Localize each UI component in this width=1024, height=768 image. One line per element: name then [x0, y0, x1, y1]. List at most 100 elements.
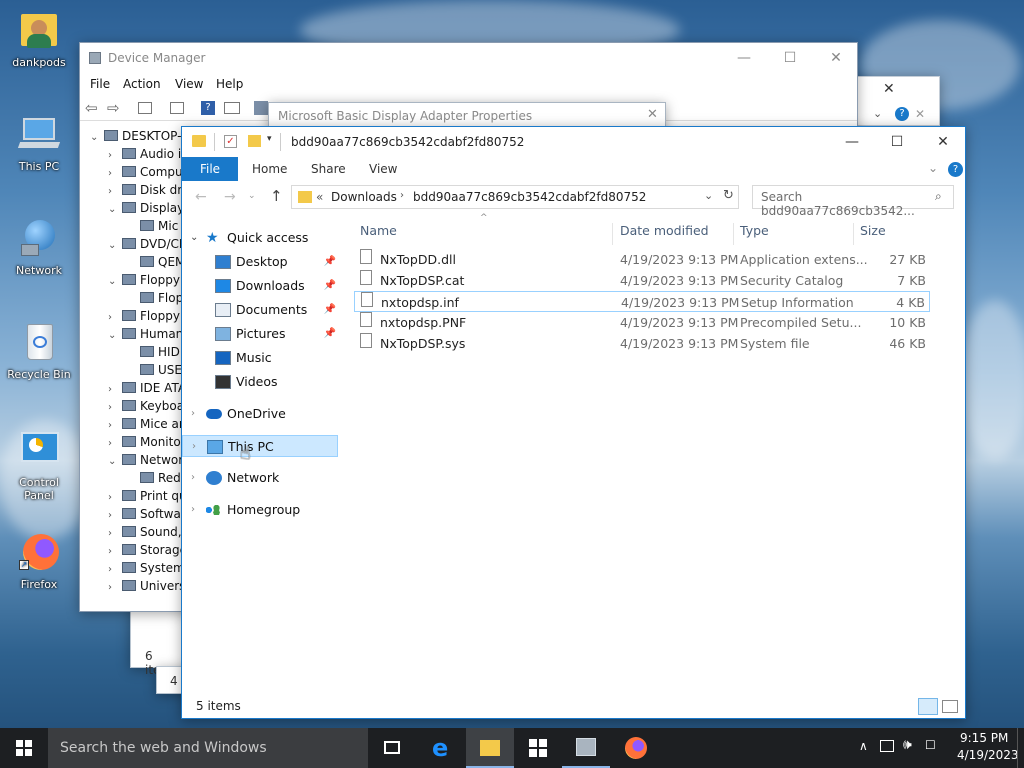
tree-node[interactable]: › Mice ar	[108, 415, 184, 433]
file-explorer-window[interactable]: ✓ ▾ bdd90aa77c869cb3542cdabf2fd80752 — ☐…	[181, 126, 966, 719]
tree-node[interactable]: ⌄ DVD/CI	[108, 235, 182, 253]
file-row[interactable]: NxTopDD.dll 4/19/2023 9:13 PM Application …	[354, 249, 930, 270]
file-row[interactable]: nxtopdsp.inf 4/19/2023 9:13 PM Setup Infor…	[354, 291, 930, 312]
nav-documents[interactable]: Documents 📌	[182, 299, 338, 321]
close-button[interactable]: ✕	[920, 127, 966, 157]
maximize-button[interactable]: ☐	[767, 43, 813, 73]
minimize-button[interactable]: —	[829, 127, 875, 157]
refresh-icon[interactable]: ↻	[723, 188, 734, 203]
tree-node[interactable]: Red	[126, 469, 181, 487]
nav-network[interactable]: › Network	[182, 467, 338, 489]
tree-node[interactable]: Flop	[126, 289, 183, 307]
close-icon[interactable]: ✕	[915, 107, 925, 121]
breadcrumb-folder[interactable]: bdd90aa77c869cb3542cdabf2fd80752	[413, 190, 646, 204]
menu-file[interactable]: File	[90, 77, 110, 91]
nav-desktop[interactable]: Desktop 📌	[182, 251, 338, 273]
tree-node[interactable]: › Univers	[108, 577, 185, 595]
tree-node[interactable]: › Softwa	[108, 505, 181, 523]
search-input[interactable]: Search bdd90aa77c869cb3542...	[761, 190, 953, 218]
column-type[interactable]: Type	[740, 223, 769, 238]
properties-check-icon[interactable]: ✓	[224, 135, 237, 148]
nav-music[interactable]: Music	[182, 347, 338, 369]
tree-node[interactable]: › Compu	[108, 163, 183, 181]
clock-time[interactable]: 9:15 PM	[960, 731, 1008, 745]
file-row[interactable]: nxtopdsp.PNF 4/19/2023 9:13 PM Precompiled…	[354, 312, 930, 333]
tree-node[interactable]: › Monito	[108, 433, 181, 451]
desktop-icon-recycle-bin[interactable]: Recycle Bin	[3, 320, 75, 381]
taskbar-store[interactable]	[514, 728, 562, 768]
up-button[interactable]: ↑	[270, 187, 283, 205]
desktop-icon-this-pc[interactable]: This PC	[3, 112, 75, 173]
taskbar-edge[interactable]: e	[418, 728, 466, 768]
tree-node[interactable]: USE	[126, 361, 182, 379]
tree-node[interactable]: ⌄ Floppy	[108, 271, 180, 289]
large-icons-view-icon[interactable]	[942, 700, 958, 713]
column-date-modified[interactable]: Date modified	[620, 223, 709, 238]
pin-icon[interactable]: 📌	[324, 299, 336, 321]
file-row[interactable]: NxTopDSP.cat 4/19/2023 9:13 PM Security Ca…	[354, 270, 930, 291]
nav-downloads[interactable]: Downloads 📌	[182, 275, 338, 297]
menu-view[interactable]: View	[175, 77, 203, 91]
taskbar-file-explorer[interactable]	[466, 728, 514, 768]
chevron-down-icon[interactable]: ⌄	[873, 107, 882, 120]
chevron-down-icon[interactable]: ⌄	[108, 453, 120, 471]
column-size[interactable]: Size	[860, 223, 886, 238]
nav-this-pc[interactable]: › This PC	[182, 435, 338, 457]
chevron-down-icon[interactable]: ⌄	[108, 201, 120, 219]
taskbar-device-manager[interactable]	[562, 728, 610, 768]
maximize-button[interactable]: ☐	[874, 127, 920, 157]
chevron-down-icon[interactable]: ⌄	[108, 273, 120, 291]
minimize-button[interactable]: —	[721, 43, 767, 73]
menu-help[interactable]: Help	[216, 77, 243, 91]
volume-icon[interactable]: 🕪	[903, 737, 912, 753]
details-view-icon[interactable]	[918, 698, 938, 715]
tree-node[interactable]: Mic	[126, 217, 178, 235]
close-icon[interactable]: ✕	[883, 81, 895, 97]
tree-node[interactable]: › System	[108, 559, 185, 577]
address-bar[interactable]: « Downloads › bdd90aa77c869cb3542cdabf2f…	[291, 185, 739, 209]
help-icon[interactable]: ?	[201, 101, 215, 115]
tree-node[interactable]: › Sound,	[108, 523, 182, 541]
back-icon[interactable]: ⇦	[85, 99, 98, 117]
chevron-right-icon[interactable]: ›	[108, 579, 120, 597]
chevron-down-icon[interactable]: ⌄	[108, 327, 120, 345]
tree-node[interactable]: › Keyboa	[108, 397, 184, 415]
nav-onedrive[interactable]: › OneDrive	[182, 403, 338, 425]
pin-icon[interactable]: 📌	[324, 275, 336, 297]
overflow-chevron[interactable]: «	[316, 190, 323, 204]
chevron-down-icon[interactable]: ⌄	[90, 129, 102, 147]
tab-home[interactable]: Home	[252, 157, 287, 181]
back-button[interactable]: ←	[195, 189, 207, 205]
tree-node[interactable]: › Print qu	[108, 487, 187, 505]
tree-node[interactable]: ⌄ Display	[108, 199, 184, 217]
pin-icon[interactable]: 📌	[324, 323, 336, 345]
tree-node[interactable]: ⌄ DESKTOP-I	[90, 127, 185, 145]
nav-quick-access[interactable]: ⌄ ★ Quick access	[182, 227, 338, 249]
tree-node[interactable]: › Disk dri	[108, 181, 185, 199]
tab-share[interactable]: Share	[311, 157, 346, 181]
list-icon[interactable]	[170, 102, 184, 114]
tab-view[interactable]: View	[369, 157, 397, 181]
forward-icon[interactable]: ⇨	[107, 99, 120, 117]
close-button[interactable]: ✕	[813, 43, 859, 73]
pin-icon[interactable]: 📌	[324, 251, 336, 273]
nav-videos[interactable]: Videos	[182, 371, 338, 393]
chevron-down-icon[interactable]: ⌄	[928, 161, 938, 175]
action-center-icon[interactable]	[1017, 728, 1023, 768]
nav-homegroup[interactable]: › Homegroup	[182, 499, 338, 521]
chevron-down-icon[interactable]: ⌄	[108, 237, 120, 255]
tree-node[interactable]: QEM	[126, 253, 185, 271]
help-icon[interactable]: ?	[895, 107, 909, 121]
help-icon[interactable]: ?	[948, 162, 963, 177]
view-icon[interactable]	[224, 102, 240, 114]
tree-node[interactable]: › Storage	[108, 541, 187, 559]
tree-node[interactable]: › Floppy	[108, 307, 180, 325]
taskbar-firefox[interactable]	[612, 728, 660, 768]
desktop-icon-firefox[interactable]: ↗ Firefox	[3, 530, 75, 591]
ime-icon[interactable]: ☐	[925, 738, 936, 752]
start-button[interactable]	[0, 728, 48, 768]
desktop-icon-control-panel[interactable]: Control Panel	[3, 428, 75, 502]
tree-node[interactable]: › Audio i	[108, 145, 181, 163]
nav-pictures[interactable]: Pictures 📌	[182, 323, 338, 345]
close-icon[interactable]: ✕	[647, 107, 658, 122]
